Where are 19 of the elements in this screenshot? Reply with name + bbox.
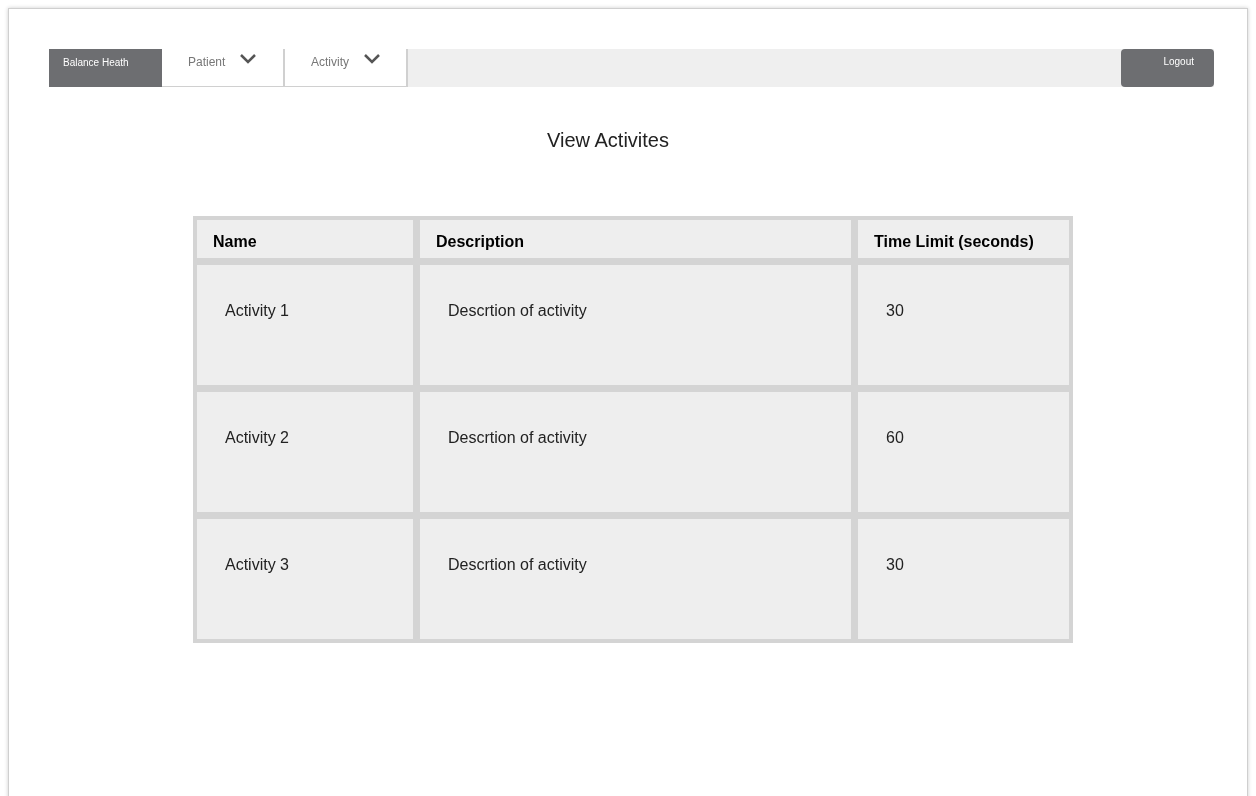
table-cell: Activity 1 [197,265,413,385]
table-cell: Activity 2 [197,392,413,512]
column-header: Description [420,220,851,258]
table-cell: Activity 3 [197,519,413,639]
column-header: Time Limit (seconds) [858,220,1069,258]
nav-menu[interactable]: Patient [162,49,285,87]
page-title: View Activites [546,128,670,153]
nav-menu[interactable]: Activity [285,49,408,87]
table-cell: Descrtion of activity [420,265,851,385]
column-header: Name [197,220,413,258]
brand-label: Balance Heath [49,49,162,87]
chevron-down-icon [239,53,258,64]
logout-button[interactable]: Logout [1121,49,1214,87]
table-cell: Descrtion of activity [420,519,851,639]
table-cell: 60 [858,392,1069,512]
table-cell: 30 [858,265,1069,385]
table-cell: Descrtion of activity [420,392,851,512]
chevron-down-icon [363,53,381,64]
table-cell: 30 [858,519,1069,639]
